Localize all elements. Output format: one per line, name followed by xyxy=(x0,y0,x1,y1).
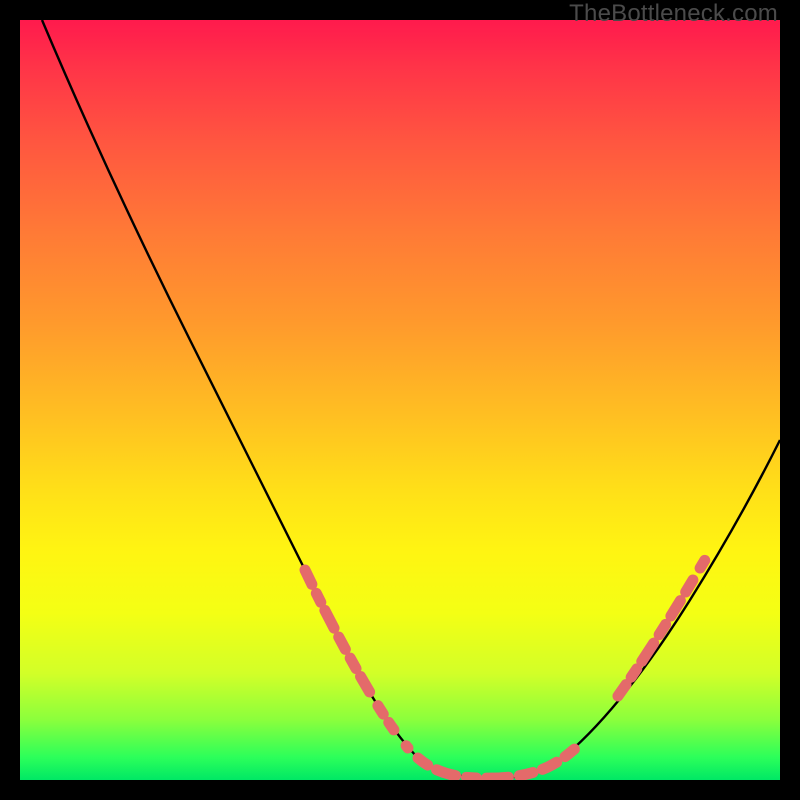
highlight-left xyxy=(305,570,408,748)
chart-plot-area xyxy=(20,20,780,780)
chart-curve xyxy=(42,20,780,778)
chart-frame: TheBottleneck.com xyxy=(0,0,800,800)
highlight-bottom xyxy=(418,742,582,778)
highlight-right xyxy=(618,552,710,696)
watermark-text: TheBottleneck.com xyxy=(569,0,778,28)
chart-svg xyxy=(20,20,780,780)
